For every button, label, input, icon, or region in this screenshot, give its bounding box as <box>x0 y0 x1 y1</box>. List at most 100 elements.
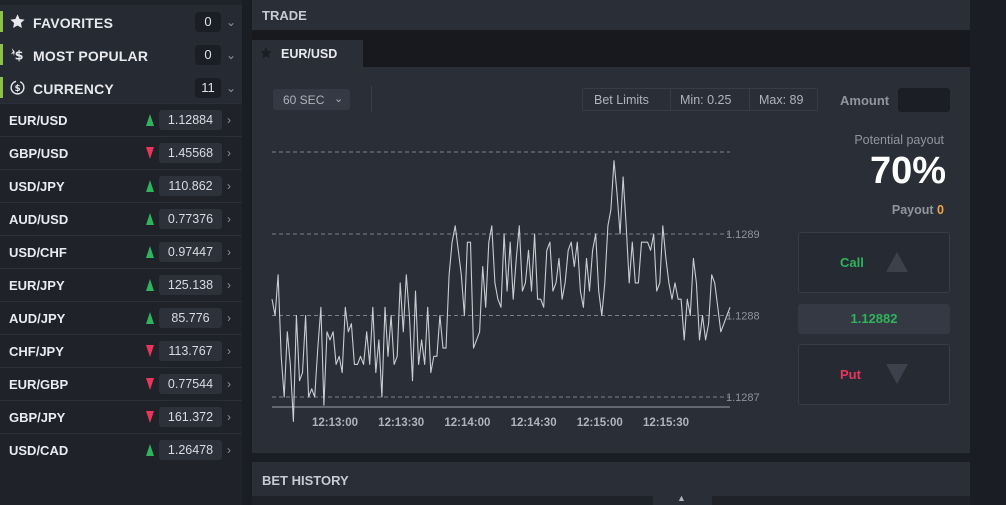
call-button[interactable]: Call <box>798 232 950 293</box>
trade-header: TRADE <box>252 0 970 30</box>
pair-row[interactable]: AUD/JPY 85.776 › <box>0 301 242 333</box>
chevron-right-icon[interactable]: › <box>227 377 231 391</box>
pair-row[interactable]: AUD/USD 0.77376 › <box>0 202 242 234</box>
chevron-down-icon[interactable]: ⌄ <box>226 15 236 29</box>
bet-history-title: BET HISTORY <box>262 473 349 488</box>
amount-input[interactable] <box>898 88 950 112</box>
pair-label: USD/JPY <box>9 179 65 194</box>
chevron-right-icon[interactable]: › <box>227 245 231 259</box>
pair-value: 113.767 <box>159 341 222 361</box>
pair-row[interactable]: USD/CAD 1.26478 › <box>0 433 242 465</box>
bet-history-body <box>252 496 970 505</box>
category-currency[interactable]: $ CURRENCY 11 ⌄ <box>0 71 242 104</box>
expiry-time-select[interactable]: 60 SEC ⌄ <box>273 89 350 110</box>
category-count: 11 <box>195 78 221 98</box>
pair-row[interactable]: GBP/JPY 161.372 › <box>0 400 242 432</box>
pair-label: AUD/JPY <box>9 311 66 326</box>
pair-value: 1.12884 <box>159 110 222 130</box>
chevron-right-icon[interactable]: › <box>227 212 231 226</box>
chevron-right-icon[interactable]: › <box>227 278 231 292</box>
expiry-time-value: 60 SEC <box>283 93 325 107</box>
pair-value: 85.776 <box>159 308 222 328</box>
amount-label: Amount <box>840 93 890 108</box>
category-most-popular[interactable]: $ MOST POPULAR 0 ⌄ <box>0 38 242 71</box>
pair-value: 0.77376 <box>159 209 222 229</box>
trend-down-icon <box>146 378 154 390</box>
collapse-toggle[interactable]: ▲ <box>653 491 712 505</box>
pair-value: 0.77544 <box>159 374 222 394</box>
chevron-right-icon[interactable]: › <box>227 113 231 127</box>
payout-row: Payout 0 <box>820 203 944 217</box>
payout-value: 0 <box>937 203 944 217</box>
trend-up-icon <box>146 114 154 126</box>
category-favorites[interactable]: FAVORITES 0 ⌄ <box>0 5 242 38</box>
put-button[interactable]: Put <box>798 344 950 405</box>
category-accent-bar <box>0 11 3 32</box>
pair-value: 125.138 <box>159 275 222 295</box>
pair-label: CHF/JPY <box>9 344 64 359</box>
trend-down-icon <box>146 411 154 423</box>
category-label: MOST POPULAR <box>33 48 149 64</box>
divider <box>371 86 372 112</box>
chevron-right-icon[interactable]: › <box>227 146 231 160</box>
bet-limits: Bet Limits Min: 0.25 Max: 89 <box>582 88 818 111</box>
x-tick-label: 12:13:00 <box>312 417 358 429</box>
pair-value: 1.45568 <box>159 143 222 163</box>
x-tick-label: 12:15:30 <box>643 417 689 429</box>
price-chart[interactable]: 1.1289 1.1288 1.1287 12:13:00 12:13:30 12:14:… <box>252 120 772 438</box>
pair-value: 110.862 <box>159 176 222 196</box>
bet-limits-label: Bet Limits <box>594 93 649 107</box>
current-price: 1.12882 <box>798 304 950 334</box>
category-label: FAVORITES <box>33 15 114 31</box>
pair-label: EUR/JPY <box>9 278 65 293</box>
category-accent-bar <box>0 44 3 65</box>
pair-row[interactable]: CHF/JPY 113.767 › <box>0 334 242 366</box>
hot-dollar-icon: $ <box>10 48 24 63</box>
pair-label: USD/CAD <box>9 443 69 458</box>
sidebar: FAVORITES 0 ⌄ $ MOST POPULAR 0 ⌄ $ CURRE… <box>0 0 242 505</box>
pair-row[interactable]: USD/JPY 110.862 › <box>0 169 242 201</box>
x-tick-label: 12:14:30 <box>511 417 557 429</box>
chevron-right-icon[interactable]: › <box>227 443 231 457</box>
call-label: Call <box>840 255 864 270</box>
arrow-up-icon <box>886 252 908 272</box>
category-count: 0 <box>195 45 221 65</box>
y-tick-label: 1.1287 <box>726 392 760 404</box>
svg-text:$: $ <box>15 48 24 63</box>
chevron-right-icon[interactable]: › <box>227 311 231 325</box>
trend-up-icon <box>146 279 154 291</box>
tab-eur-usd[interactable]: EUR/USD <box>252 40 363 68</box>
trend-up-icon <box>146 180 154 192</box>
pair-label: GBP/USD <box>9 146 69 161</box>
pair-value: 1.26478 <box>159 440 222 460</box>
tab-label: EUR/USD <box>281 47 338 61</box>
pair-label: AUD/USD <box>9 212 69 227</box>
chevron-down-icon[interactable]: ⌄ <box>226 81 236 95</box>
pair-row[interactable]: EUR/JPY 125.138 › <box>0 268 242 300</box>
tab-strip: EUR/USD <box>252 30 970 68</box>
pair-value: 161.372 <box>159 407 222 427</box>
trend-up-icon <box>146 213 154 225</box>
pair-label: GBP/JPY <box>9 410 66 425</box>
chevron-right-icon[interactable]: › <box>227 344 231 358</box>
currency-exchange-icon: $ <box>10 80 25 95</box>
category-accent-bar <box>0 77 3 98</box>
category-count: 0 <box>195 12 221 32</box>
chevron-down-icon[interactable]: ⌄ <box>226 48 236 62</box>
caret-up-icon: ▲ <box>677 493 686 503</box>
pair-row[interactable]: EUR/USD 1.12884 › <box>0 103 242 135</box>
x-tick-label: 12:15:00 <box>577 417 623 429</box>
chevron-down-icon: ⌄ <box>334 93 344 105</box>
bet-history-header[interactable]: BET HISTORY <box>252 462 970 498</box>
payout-percent: 70% <box>869 150 946 192</box>
star-icon[interactable] <box>259 46 273 60</box>
svg-text:$: $ <box>15 84 21 94</box>
trend-down-icon <box>146 345 154 357</box>
category-label: CURRENCY <box>33 81 114 97</box>
chevron-right-icon[interactable]: › <box>227 410 231 424</box>
pair-row[interactable]: EUR/GBP 0.77544 › <box>0 367 242 399</box>
pair-row[interactable]: USD/CHF 0.97447 › <box>0 235 242 267</box>
pair-row[interactable]: GBP/USD 1.45568 › <box>0 136 242 168</box>
chevron-right-icon[interactable]: › <box>227 179 231 193</box>
divider <box>670 89 671 110</box>
